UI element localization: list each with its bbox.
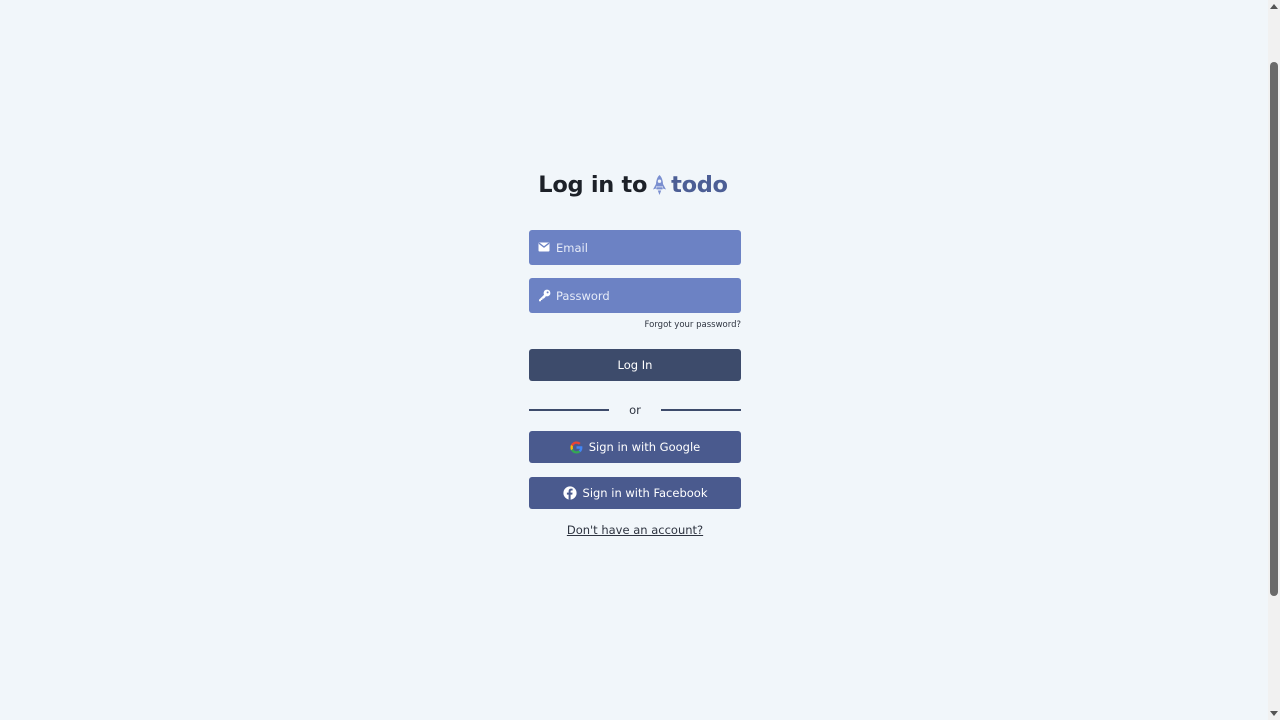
page-title: Log in to todo bbox=[525, 168, 741, 202]
email-input[interactable] bbox=[529, 230, 741, 265]
rocket-icon bbox=[652, 174, 667, 196]
forgot-password-link[interactable]: Forgot your password? bbox=[529, 320, 741, 330]
scrollbar[interactable] bbox=[1268, 0, 1280, 720]
facebook-icon bbox=[562, 486, 577, 500]
login-button[interactable]: Log In bbox=[529, 349, 741, 381]
google-button-label: Sign in with Google bbox=[588, 440, 701, 454]
facebook-signin-button[interactable]: Sign in with Facebook bbox=[529, 477, 741, 509]
password-field[interactable] bbox=[529, 278, 741, 313]
key-icon bbox=[537, 288, 551, 302]
google-icon bbox=[570, 441, 583, 454]
brand-name: todo bbox=[671, 172, 728, 198]
mail-icon bbox=[537, 240, 551, 254]
signup-link[interactable]: Don't have an account? bbox=[529, 523, 741, 537]
email-field[interactable] bbox=[529, 230, 741, 265]
login-form: Log in to todo Email Forgot your passwor… bbox=[529, 168, 741, 537]
or-divider: or bbox=[529, 403, 741, 417]
divider-line-left bbox=[529, 409, 609, 411]
facebook-button-label: Sign in with Facebook bbox=[582, 486, 708, 500]
google-signin-button[interactable]: Sign in with Google bbox=[529, 431, 741, 463]
scroll-down-arrow-icon[interactable] bbox=[1270, 711, 1278, 716]
divider-text: or bbox=[629, 403, 641, 417]
password-input[interactable] bbox=[529, 278, 741, 313]
scroll-up-arrow-icon[interactable] bbox=[1270, 4, 1278, 9]
title-prefix: Log in to bbox=[538, 172, 648, 198]
scrollbar-thumb[interactable] bbox=[1270, 62, 1278, 596]
divider-line-right bbox=[660, 409, 741, 411]
page: Log in to todo Email Forgot your passwor… bbox=[0, 0, 1280, 720]
